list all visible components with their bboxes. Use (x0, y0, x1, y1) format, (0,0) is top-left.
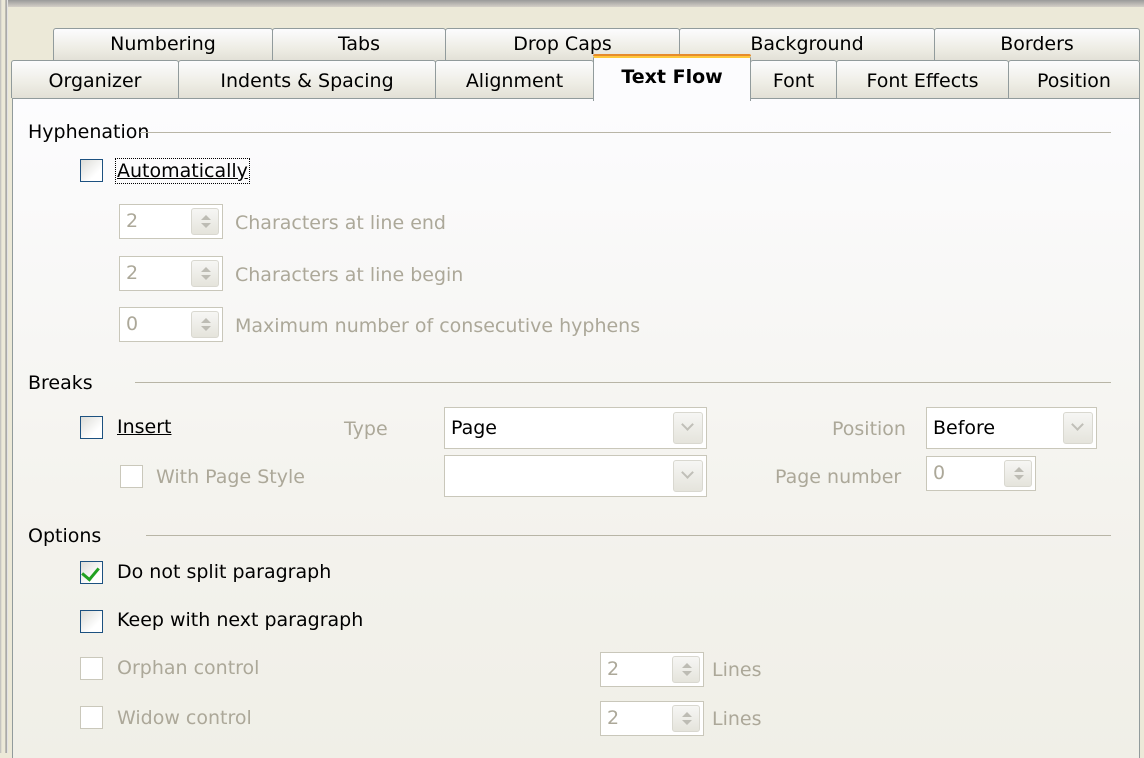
chevron-down-icon (1071, 418, 1084, 431)
spin-up-icon (682, 663, 692, 668)
insert-label[interactable]: Insert (117, 416, 172, 438)
tab-alignment[interactable]: Alignment (435, 60, 594, 98)
chevron-down-icon (681, 466, 694, 479)
page-number-value: 0 (933, 462, 946, 484)
spin-up-icon (201, 318, 211, 323)
with-page-style-checkbox[interactable] (120, 465, 143, 488)
automatically-label-text: Automatically (117, 160, 248, 182)
spin-down-icon (1014, 475, 1024, 480)
spin-down-icon (682, 671, 692, 676)
break-position-dropdown-button[interactable] (1063, 412, 1093, 444)
max-hyphens-value: 0 (126, 313, 139, 335)
widow-lines-spin-button[interactable] (672, 705, 700, 732)
position-label: Position (832, 418, 906, 440)
widow-control-checkbox[interactable] (80, 706, 103, 729)
break-type-combo[interactable]: Page (444, 407, 707, 449)
orphan-lines-value: 2 (607, 658, 620, 680)
widow-control-label: Widow control (117, 707, 252, 729)
spin-up-icon (1014, 467, 1024, 472)
insert-label-text: Insert (117, 416, 172, 438)
window-frame-top (0, 0, 1144, 7)
tab-borders[interactable]: Borders (934, 28, 1140, 61)
orphan-lines-spinbox[interactable]: 2 (600, 652, 704, 687)
tab-organizer[interactable]: Organizer (11, 60, 179, 98)
chevron-down-icon (681, 418, 694, 431)
spin-down-icon (201, 326, 211, 331)
spin-down-icon (201, 275, 211, 280)
break-type-value: Page (451, 417, 497, 439)
widow-lines-value: 2 (607, 707, 620, 729)
chars-line-end-value: 2 (126, 210, 139, 232)
insert-checkbox[interactable] (80, 416, 103, 439)
orphan-control-checkbox[interactable] (80, 657, 103, 680)
widow-lines-spinbox[interactable]: 2 (600, 701, 704, 736)
hyphenation-heading: Hyphenation (28, 121, 150, 143)
checkmark-icon (81, 562, 100, 582)
chars-line-begin-spin-button[interactable] (191, 260, 219, 287)
chars-line-begin-label: Characters at line begin (235, 264, 464, 286)
tab-font-effects[interactable]: Font Effects (836, 60, 1009, 98)
max-hyphens-spin-button[interactable] (191, 311, 219, 338)
options-separator (146, 535, 1111, 536)
spin-up-icon (201, 267, 211, 272)
breaks-heading: Breaks (28, 372, 93, 394)
page-number-spinbox[interactable]: 0 (926, 456, 1036, 491)
orphan-lines-unit: Lines (712, 659, 762, 681)
do-not-split-checkbox[interactable] (80, 561, 103, 584)
do-not-split-label[interactable]: Do not split paragraph (117, 561, 331, 583)
page-style-combo[interactable] (444, 455, 707, 497)
chars-line-begin-spinbox[interactable]: 2 (119, 256, 223, 291)
with-page-style-label: With Page Style (156, 466, 305, 488)
spin-down-icon (201, 223, 211, 228)
max-hyphens-label: Maximum number of consecutive hyphens (235, 315, 641, 337)
chars-line-end-spinbox[interactable]: 2 (119, 204, 223, 239)
spin-up-icon (201, 215, 211, 220)
chars-line-end-label: Characters at line end (235, 212, 446, 234)
break-position-value: Before (933, 417, 996, 439)
tab-text-flow[interactable]: Text Flow (593, 54, 751, 101)
window-frame-left (0, 0, 8, 753)
page-style-dropdown-button[interactable] (673, 460, 703, 492)
spin-down-icon (682, 720, 692, 725)
tab-position[interactable]: Position (1008, 60, 1140, 98)
tab-tabs[interactable]: Tabs (272, 28, 446, 61)
options-heading: Options (28, 525, 102, 547)
tab-indents-spacing[interactable]: Indents & Spacing (178, 60, 436, 98)
hyphenation-separator (140, 132, 1111, 133)
orphan-control-label: Orphan control (117, 657, 260, 679)
chars-line-end-spin-button[interactable] (191, 208, 219, 235)
widow-lines-unit: Lines (712, 708, 762, 730)
keep-with-next-checkbox[interactable] (80, 610, 103, 633)
page-number-spin-button[interactable] (1004, 460, 1032, 487)
text-flow-panel: Hyphenation Automatically 2 Characters a… (12, 98, 1140, 758)
max-hyphens-spinbox[interactable]: 0 (119, 307, 223, 342)
spin-up-icon (682, 712, 692, 717)
automatically-label[interactable]: Automatically (115, 158, 250, 184)
chars-line-begin-value: 2 (126, 262, 139, 284)
break-type-dropdown-button[interactable] (673, 412, 703, 444)
type-label: Type (344, 418, 388, 440)
page-number-label: Page number (775, 466, 902, 488)
orphan-lines-spin-button[interactable] (672, 656, 700, 683)
breaks-separator (135, 382, 1111, 383)
keep-with-next-label[interactable]: Keep with next paragraph (117, 609, 363, 631)
automatically-checkbox[interactable] (80, 159, 103, 182)
break-position-combo[interactable]: Before (926, 407, 1097, 449)
tab-font[interactable]: Font (750, 60, 837, 98)
tab-numbering[interactable]: Numbering (53, 28, 273, 61)
